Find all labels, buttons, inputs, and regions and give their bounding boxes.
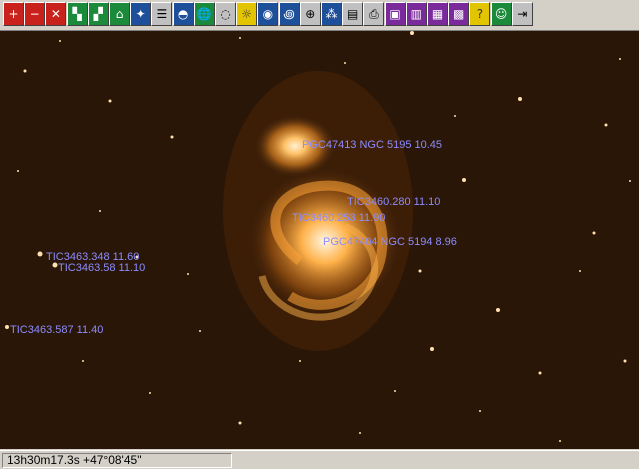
save-as-icon: ▦	[431, 7, 444, 21]
spiral-icon: ꩜	[283, 7, 295, 21]
telescope-button[interactable]: ⌂	[109, 2, 130, 26]
walker-button[interactable]: ☺	[490, 2, 512, 26]
print-icon: ⎙	[369, 7, 379, 21]
spiral-button[interactable]: ꩜	[278, 2, 300, 26]
status-bar: 13h30m17.3s +47°08'45"	[0, 450, 639, 469]
print-button[interactable]: ⎙	[363, 2, 385, 26]
exit-icon: ⇥	[517, 7, 528, 21]
object-label-tic3460-280[interactable]: TIC3460.280 11.10	[347, 196, 440, 208]
table-button[interactable]: ☰	[151, 2, 173, 26]
image-icon: ▩	[453, 7, 465, 21]
globe-icon: 🌐	[196, 7, 212, 21]
tool-grid-icon: ▚	[72, 7, 82, 21]
save-button[interactable]: ▥	[405, 2, 427, 26]
help-icon: ?	[476, 7, 484, 21]
horizon-button[interactable]: ◓	[172, 2, 194, 26]
galaxy-button[interactable]: ◌	[215, 2, 236, 26]
palette-icon: ⁂	[325, 7, 338, 21]
table-icon: ☰	[156, 7, 168, 21]
save-icon: ▥	[410, 7, 422, 21]
zoom-out-icon: −	[29, 7, 40, 21]
cancel-icon: ✕	[50, 7, 61, 21]
telescope-icon: ⌂	[115, 7, 124, 21]
compass-icon: ◉	[262, 7, 274, 21]
object-label-tic3463-58[interactable]: TIC3463.58 11.10	[58, 262, 145, 274]
image-button[interactable]: ▩	[448, 2, 470, 26]
zoom-in-icon: +	[8, 7, 19, 21]
bulb-button[interactable]: ☼	[236, 2, 258, 26]
sphere-grid-button[interactable]: ⊕	[299, 2, 321, 26]
tool-grid2-icon: ▞	[93, 7, 103, 21]
object-label-tic3460-253[interactable]: TIC3460.253 11.90	[292, 212, 385, 224]
compass-button[interactable]: ◉	[257, 2, 279, 26]
sky-image[interactable]: PGC47413 NGC 5195 10.45 TIC3460.280 11.1…	[0, 31, 639, 449]
object-label-pgc47413[interactable]: PGC47413 NGC 5195 10.45	[302, 139, 442, 151]
toolbar: + − ✕ ▚ ▞ ⌂ ✦ ☰ ◓ 🌐 ◌ ☼ ◉ ꩜ ⊕ ⁂ ▤ ⎙ ▣ ▥ ▦ ▩? ☺ ⇥	[0, 0, 639, 31]
object-label-tic3463-587[interactable]: TIC3463.587 11.40	[10, 324, 103, 336]
palette-button[interactable]: ⁂	[321, 2, 342, 26]
horizon-icon: ◓	[177, 7, 189, 21]
globe-button[interactable]: 🌐	[193, 2, 215, 26]
galaxy-icon: ◌	[220, 7, 231, 21]
sky-render	[5, 31, 631, 442]
list-icon: ▤	[347, 7, 359, 21]
object-label-pgc47404[interactable]: PGC47404 NGC 5194 8.96	[323, 236, 457, 248]
zoom-in-button[interactable]: +	[3, 2, 24, 26]
help-button[interactable]: ?	[469, 2, 491, 26]
sphere-grid-icon: ⊕	[305, 7, 316, 21]
tool-grid2-button[interactable]: ▞	[87, 2, 109, 26]
tool-grid-button[interactable]: ▚	[66, 2, 88, 26]
open-file-icon: ▣	[389, 7, 401, 21]
exit-button[interactable]: ⇥	[511, 2, 533, 26]
zoom-out-button[interactable]: −	[24, 2, 46, 26]
cancel-button[interactable]: ✕	[45, 2, 67, 26]
coordinate-readout: 13h30m17.3s +47°08'45"	[2, 453, 232, 468]
list-button[interactable]: ▤	[342, 2, 364, 26]
save-as-button[interactable]: ▦	[427, 2, 448, 26]
bulb-icon: ☼	[241, 7, 253, 21]
open-file-button[interactable]: ▣	[384, 2, 406, 26]
constellation-icon: ✦	[135, 7, 146, 21]
constellation-button[interactable]: ✦	[130, 2, 152, 26]
walker-icon: ☺	[494, 7, 508, 21]
